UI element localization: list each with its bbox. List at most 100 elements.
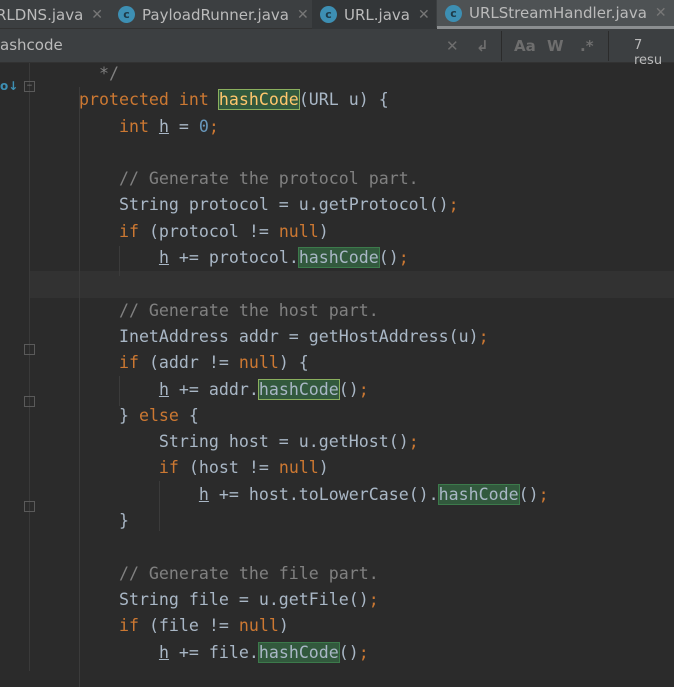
code-token: { xyxy=(188,405,199,425)
indent-guide xyxy=(79,87,80,687)
tab-label: RLDNS.java xyxy=(0,5,84,24)
search-match: hashCode xyxy=(257,641,340,663)
code-token: String file = u.getFile() xyxy=(79,589,369,609)
close-icon[interactable]: ✕ xyxy=(418,7,430,23)
regex-button[interactable]: .* xyxy=(580,37,594,55)
code-token: 0 xyxy=(198,116,209,136)
tab-payloadrunner[interactable]: c PayloadRunner.java ✕ xyxy=(112,0,312,29)
code-line: h += host.toLowerCase().hashCode(); xyxy=(30,482,674,508)
code-token: if xyxy=(79,353,149,373)
fold-marker-icon[interactable]: − xyxy=(24,81,35,92)
code-token: ; xyxy=(448,195,459,215)
tab-label: PayloadRunner.java xyxy=(142,5,289,24)
java-class-icon: c xyxy=(118,6,135,23)
code-token: null xyxy=(278,458,319,478)
code-line: */ xyxy=(30,61,674,87)
code-line: if (file != null) xyxy=(30,613,674,639)
code-line: int h = 0; xyxy=(30,114,674,140)
code-token: InetAddress addr = getHostAddress(u) xyxy=(79,326,479,346)
close-icon[interactable]: ✕ xyxy=(655,5,667,21)
search-match: hashCode xyxy=(437,483,520,505)
code-token: h xyxy=(158,642,169,662)
code-token: int xyxy=(118,116,159,136)
tab-urlstreamhandler[interactable]: c URLStreamHandler.java ✕ xyxy=(437,0,674,29)
code-token: */ xyxy=(79,64,119,83)
code-line: if (host != null) xyxy=(30,455,674,481)
code-token: if xyxy=(79,221,149,241)
indent-guide xyxy=(119,376,120,406)
code-line: String protocol = u.getProtocol(); xyxy=(30,192,674,218)
words-button[interactable]: W xyxy=(547,37,564,55)
code-token: (host != xyxy=(188,458,279,478)
tab-rldns[interactable]: RLDNS.java ✕ xyxy=(0,0,106,29)
code-editor[interactable]: */protected int hashCode(URL u) { int h … xyxy=(24,61,674,687)
fold-marker-icon[interactable] xyxy=(24,396,35,407)
search-input[interactable]: ashcode xyxy=(0,36,63,54)
code-token: () xyxy=(518,484,539,504)
code-token: ) xyxy=(278,616,289,636)
code-token: (file != xyxy=(148,616,239,636)
code-token: String host = u.getHost() xyxy=(79,432,409,452)
code-token: () xyxy=(338,379,359,399)
code-line: if (protocol != null) xyxy=(30,219,674,245)
code-token: if xyxy=(79,616,149,636)
code-line: } else { xyxy=(30,403,674,429)
code-token: null xyxy=(238,616,279,636)
fold-marker-icon[interactable] xyxy=(24,344,35,355)
code-token: = xyxy=(168,116,199,136)
search-match: hashCode xyxy=(257,378,340,400)
code-token: else xyxy=(138,405,189,425)
code-line: // Generate the protocol part. xyxy=(30,166,674,192)
code-token: += protocol. xyxy=(168,248,299,268)
fold-marker-icon[interactable] xyxy=(24,501,35,512)
code-token: ) xyxy=(318,221,329,241)
code-token: (URL u) { xyxy=(298,90,389,110)
code-line: // Generate the file part. xyxy=(30,561,674,587)
gutter: o↓ xyxy=(0,63,30,671)
code-line: InetAddress addr = getHostAddress(u); xyxy=(30,324,674,350)
tab-url[interactable]: c URL.java ✕ xyxy=(312,0,436,29)
code-token: } xyxy=(79,511,129,531)
code-line: h += addr.hashCode(); xyxy=(30,377,674,403)
code-token: null xyxy=(238,353,279,373)
close-icon[interactable]: ✕ xyxy=(297,7,309,23)
code-token: ; xyxy=(408,432,419,452)
indent-guide xyxy=(159,481,160,531)
code-line: // Generate the host part. xyxy=(30,298,674,324)
code-token: // Generate the protocol part. xyxy=(79,169,419,189)
code-token: h xyxy=(158,116,169,136)
code-line: h += file.hashCode(); xyxy=(30,640,674,666)
code-token: ; xyxy=(538,484,549,504)
code-line: String file = u.getFile(); xyxy=(30,587,674,613)
code-token: h xyxy=(158,379,169,399)
code-token: protected int xyxy=(79,90,219,110)
code-token: () xyxy=(338,642,359,662)
code-line: h += protocol.hashCode(); xyxy=(30,245,674,271)
clear-search-icon[interactable]: ✕ xyxy=(446,37,459,55)
search-match: hashCode xyxy=(217,89,300,111)
code-token: ) { xyxy=(278,353,309,373)
code-token: () xyxy=(378,248,399,268)
close-icon[interactable]: ✕ xyxy=(91,7,103,23)
code-token: ; xyxy=(478,326,489,346)
code-token: ; xyxy=(368,589,379,609)
code-token: += file. xyxy=(168,642,259,662)
match-case-button[interactable]: Aa xyxy=(514,37,536,55)
java-class-locked-icon: c xyxy=(445,4,462,22)
code-token: } xyxy=(79,405,139,425)
find-bar: ashcode ✕ ↲ Aa W .* 7 resu xyxy=(0,29,674,68)
code-token: (protocol != xyxy=(148,221,279,241)
code-token: ; xyxy=(358,642,369,662)
code-line xyxy=(30,271,674,298)
code-line: if (addr != null) { xyxy=(30,350,674,376)
code-line: } xyxy=(30,508,674,534)
tab-label: URLStreamHandler.java xyxy=(469,4,647,22)
code-token: h xyxy=(198,484,209,504)
code-token: ; xyxy=(358,379,369,399)
new-line-icon[interactable]: ↲ xyxy=(476,37,489,55)
overrides-icon[interactable]: o↓ xyxy=(0,79,18,93)
